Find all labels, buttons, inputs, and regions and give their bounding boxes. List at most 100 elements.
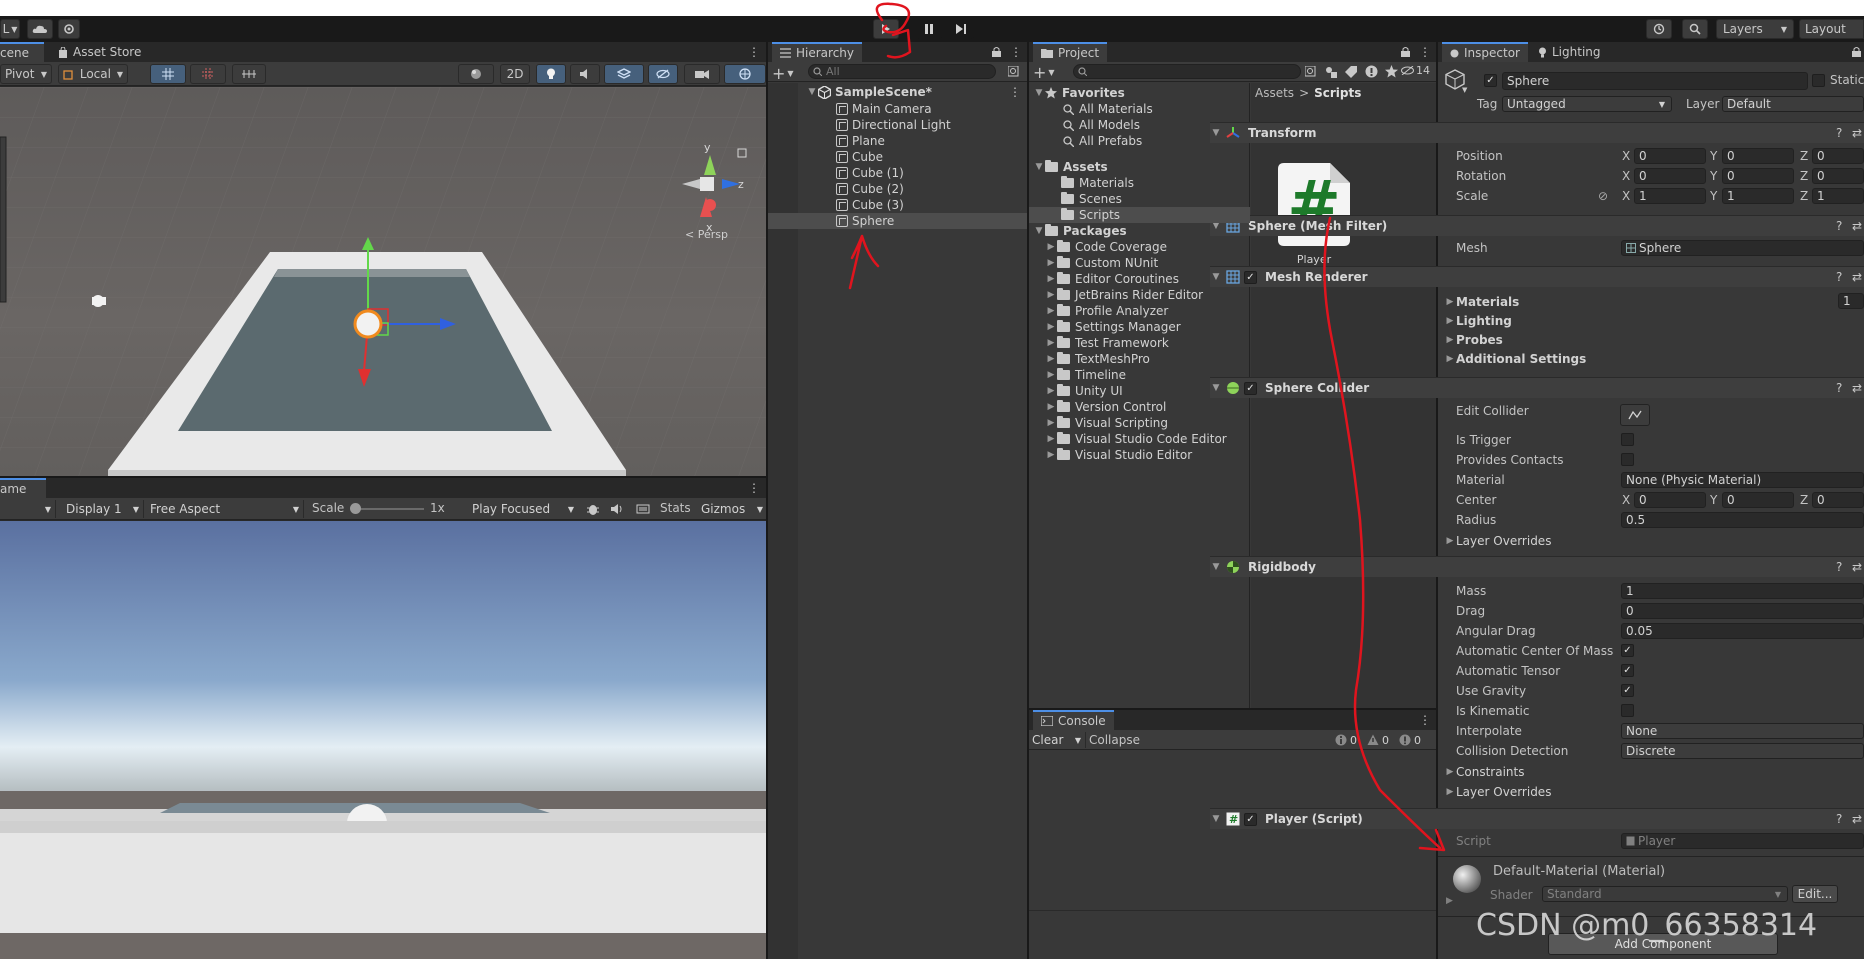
- hierarchy-item[interactable]: Cube (1): [768, 165, 1027, 181]
- package-item[interactable]: ▶ Custom NUnit: [1045, 255, 1158, 271]
- audio-toggle[interactable]: [570, 64, 600, 84]
- packages-foldout[interactable]: ▼ Packages: [1033, 223, 1250, 239]
- interpolate-dropdown[interactable]: None: [1621, 723, 1864, 739]
- hierarchy-item[interactable]: Main Camera: [768, 101, 1027, 117]
- transform-header[interactable]: ▼ Transform ? ⇄: [1210, 122, 1864, 143]
- help-icon[interactable]: ?: [1836, 270, 1842, 284]
- favorites-foldout[interactable]: ▼ Favorites: [1033, 85, 1250, 101]
- mesh-filter-header[interactable]: ▼ Sphere (Mesh Filter) ? ⇄: [1210, 215, 1864, 236]
- transform-y-field[interactable]: 1: [1722, 188, 1794, 204]
- aspect-dropdown[interactable]: Free Aspect ▼: [146, 500, 304, 518]
- provides-contacts-checkbox[interactable]: [1621, 453, 1634, 466]
- object-name-field[interactable]: Sphere: [1502, 72, 1808, 90]
- package-item[interactable]: ▶ Editor Coroutines: [1045, 271, 1179, 287]
- project-create-button[interactable]: + ▼: [1033, 63, 1055, 82]
- help-icon[interactable]: ?: [1836, 812, 1842, 826]
- project-menu-icon[interactable]: ⋮: [1419, 45, 1431, 59]
- clear-button[interactable]: Clear ▼: [1032, 732, 1086, 748]
- project-search-input[interactable]: [1073, 64, 1301, 79]
- active-checkbox[interactable]: ✓: [1484, 74, 1497, 87]
- align-button[interactable]: [232, 64, 266, 84]
- angular-drag-field[interactable]: 0.05: [1621, 623, 1864, 639]
- tab-project[interactable]: Project: [1033, 42, 1108, 62]
- game-menu-icon[interactable]: ⋮: [748, 481, 760, 495]
- local-dropdown[interactable]: Local ▼: [58, 64, 128, 84]
- sphere-collider-header[interactable]: ▼ ✓ Sphere Collider ? ⇄: [1210, 377, 1864, 398]
- mesh-field[interactable]: Sphere: [1621, 240, 1864, 256]
- package-item[interactable]: ▶ Version Control: [1045, 399, 1166, 415]
- hierarchy-item[interactable]: Plane: [768, 133, 1027, 149]
- transform-z-field[interactable]: 0: [1812, 148, 1864, 164]
- auto-tensor-checkbox[interactable]: ✓: [1621, 664, 1634, 677]
- game-view-dropdown[interactable]: ▼: [0, 500, 56, 518]
- hierarchy-item[interactable]: Cube: [768, 149, 1027, 165]
- static-checkbox[interactable]: [1812, 74, 1825, 87]
- error-count-toggle[interactable]: 0: [1399, 732, 1421, 748]
- tab-game[interactable]: ame: [0, 478, 46, 498]
- collision-detection-dropdown[interactable]: Discrete: [1621, 743, 1864, 759]
- scale-slider-handle[interactable]: [350, 503, 361, 514]
- package-item[interactable]: ▶ Visual Studio Editor: [1045, 447, 1192, 463]
- search-button[interactable]: [1682, 19, 1708, 39]
- rigidbody-header[interactable]: ▼ Rigidbody ? ⇄: [1210, 556, 1864, 577]
- search-by-type-icon[interactable]: [1305, 66, 1317, 78]
- scene-root-row[interactable]: ▼ SampleScene* ⋮: [806, 84, 1027, 100]
- renderer-section-foldout[interactable]: ▶ Lighting: [1444, 313, 1512, 329]
- warning-count-toggle[interactable]: 0: [1367, 732, 1389, 748]
- camera-dropdown[interactable]: [684, 64, 720, 84]
- gizmos-dropdown-game[interactable]: Gizmos ▼: [698, 500, 766, 518]
- step-button[interactable]: [948, 19, 974, 39]
- use-gravity-checkbox[interactable]: ✓: [1621, 684, 1634, 697]
- create-button[interactable]: + ▼: [772, 64, 794, 83]
- lock-icon[interactable]: [1401, 47, 1410, 57]
- favorite-item[interactable]: All Prefabs: [1063, 133, 1142, 149]
- mesh-renderer-header[interactable]: ▼ ✓ Mesh Renderer ? ⇄: [1210, 266, 1864, 287]
- speaker-icon[interactable]: [610, 502, 624, 516]
- cloud-button[interactable]: [27, 19, 53, 39]
- is-kinematic-checkbox[interactable]: [1621, 704, 1634, 717]
- toggle-2d-button[interactable]: 2D: [500, 64, 530, 84]
- player-script-header[interactable]: ▼ # ✓ Player (Script) ? ⇄: [1210, 808, 1864, 829]
- renderer-section-foldout[interactable]: ▶ Probes: [1444, 332, 1503, 348]
- lighting-toggle[interactable]: [536, 64, 566, 84]
- center-x-field[interactable]: 0: [1634, 492, 1706, 508]
- breadcrumb-scripts[interactable]: Scripts: [1314, 86, 1361, 100]
- grid-snap-button[interactable]: [150, 64, 186, 84]
- label-tag-icon[interactable]: [1345, 66, 1357, 78]
- stats-button[interactable]: Stats: [660, 501, 691, 515]
- scene-viewport[interactable]: y x z < Persp: [0, 87, 766, 476]
- package-item[interactable]: ▶ Unity UI: [1045, 383, 1123, 399]
- console-menu-icon[interactable]: ⋮: [1419, 713, 1431, 727]
- tab-console[interactable]: Console: [1033, 710, 1114, 730]
- scene-menu-icon[interactable]: ⋮: [1009, 85, 1021, 99]
- favorite-item[interactable]: All Materials: [1063, 101, 1153, 117]
- transform-z-field[interactable]: 1: [1812, 188, 1864, 204]
- package-item[interactable]: ▶ TextMeshPro: [1045, 351, 1150, 367]
- package-item[interactable]: ▶ Test Framework: [1045, 335, 1169, 351]
- hierarchy-item[interactable]: Directional Light: [768, 117, 1027, 133]
- help-icon[interactable]: ?: [1836, 560, 1842, 574]
- collider-material-field[interactable]: None (Physic Material): [1621, 472, 1864, 488]
- play-button[interactable]: [873, 19, 899, 39]
- layer-dropdown[interactable]: Default: [1722, 96, 1864, 112]
- materials-count-field[interactable]: 1: [1838, 293, 1864, 309]
- assets-foldout[interactable]: ▼ Assets: [1033, 159, 1250, 175]
- tag-dropdown[interactable]: Untagged ▼: [1502, 96, 1672, 112]
- display-dropdown[interactable]: Display 1 ▼: [62, 500, 144, 518]
- renderer-section-foldout[interactable]: ▶ Additional Settings: [1444, 351, 1587, 367]
- hierarchy-item[interactable]: Cube (2): [768, 181, 1027, 197]
- package-item[interactable]: ▶ Code Coverage: [1045, 239, 1167, 255]
- lock-icon[interactable]: [1852, 47, 1861, 57]
- effects-dropdown[interactable]: [604, 64, 644, 84]
- hidden-packages-toggle[interactable]: 14: [1401, 64, 1430, 77]
- expand-arrow-icon[interactable]: ▶: [1446, 896, 1453, 906]
- asset-folder-item[interactable]: Scenes: [1029, 191, 1250, 207]
- package-item[interactable]: ▶ Profile Analyzer: [1045, 303, 1168, 319]
- layout-dropdown[interactable]: Layout: [1799, 19, 1864, 39]
- hierarchy-item[interactable]: Cube (3): [768, 197, 1027, 213]
- game-viewport[interactable]: [0, 521, 766, 959]
- scale-slider[interactable]: [352, 508, 424, 510]
- shader-dropdown[interactable]: Standard ▼: [1542, 886, 1788, 902]
- constraints-foldout[interactable]: ▶ Constraints: [1444, 764, 1525, 780]
- auto-com-checkbox[interactable]: ✓: [1621, 644, 1634, 657]
